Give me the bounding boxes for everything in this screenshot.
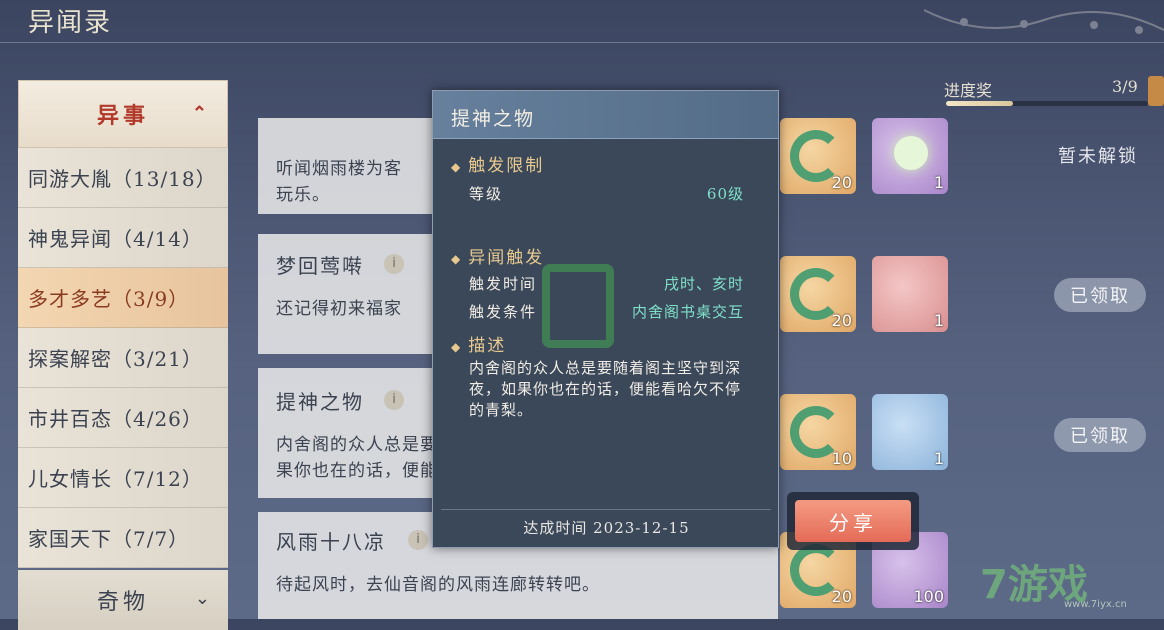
popup-divider bbox=[441, 509, 771, 510]
progress-bar bbox=[946, 101, 1148, 106]
section-title: 异闻触发 bbox=[468, 248, 545, 268]
entry-desc: 听闻烟雨楼为客 bbox=[276, 159, 402, 179]
level-value: 60级 bbox=[706, 185, 744, 203]
cond-label: 触发条件 bbox=[469, 303, 538, 321]
page-title: 异闻录 bbox=[28, 8, 113, 38]
info-icon[interactable]: i bbox=[384, 254, 404, 274]
reward-count: 20 bbox=[831, 587, 852, 606]
reward-count: 10 bbox=[831, 449, 852, 468]
category-header-qiwu[interactable]: 奇物 ⌄ bbox=[18, 570, 228, 630]
chevron-up-icon: ⌃ bbox=[191, 103, 211, 124]
reward-item-gem[interactable]: 1 bbox=[872, 118, 948, 194]
category-sidebar: 异事 ⌃ 同游大胤（13/18） 神鬼异闻（4/14） 多才多艺（3/9） 探案… bbox=[18, 80, 228, 630]
category-header-yishi[interactable]: 异事 ⌃ bbox=[18, 80, 228, 148]
reward-count: 100 bbox=[913, 587, 944, 606]
sidebar-item-label: 探案解密（3/21） bbox=[28, 347, 203, 371]
section-limit: ◆ 触发限制 bbox=[451, 151, 544, 176]
reward-item-fish[interactable]: 20 bbox=[780, 118, 856, 194]
sidebar-item-label: 市井百态（4/26） bbox=[28, 407, 203, 431]
entry-title: 梦回莺啭 bbox=[276, 254, 364, 278]
category-header-label: 异事 bbox=[96, 103, 149, 129]
sidebar-item[interactable]: 儿女情长（7/12） bbox=[18, 448, 228, 508]
sidebar-item-label: 儿女情长（7/12） bbox=[28, 467, 203, 491]
sidebar-item-label: 家国天下（7/7） bbox=[28, 527, 190, 551]
share-button[interactable]: 分享 bbox=[795, 500, 911, 542]
status-claimed-button[interactable]: 已领取 bbox=[1054, 278, 1146, 312]
time-label: 触发时间 bbox=[469, 275, 538, 293]
reward-item-comb[interactable]: 1 bbox=[872, 394, 948, 470]
entry-desc: 还记得初来福家 bbox=[276, 299, 402, 319]
sidebar-item-label: 同游大胤（13/18） bbox=[28, 167, 217, 191]
reward-chest-icon[interactable] bbox=[1148, 76, 1164, 106]
diamond-icon: ◆ bbox=[451, 252, 463, 266]
sidebar-item[interactable]: 神鬼异闻（4/14） bbox=[18, 208, 228, 268]
watermark-logo-icon bbox=[542, 264, 614, 348]
sidebar-item[interactable]: 家国天下（7/7） bbox=[18, 508, 228, 568]
branch-decoration bbox=[924, 9, 1164, 34]
progress-count: 3/9 bbox=[1112, 77, 1138, 96]
section-title: 触发限制 bbox=[468, 156, 545, 176]
reward-item-fish[interactable]: 10 bbox=[780, 394, 856, 470]
diamond-icon: ◆ bbox=[451, 160, 463, 174]
sidebar-item[interactable]: 同游大胤（13/18） bbox=[18, 148, 228, 208]
popup-title: 提神之物 bbox=[451, 108, 536, 130]
title-divider bbox=[0, 42, 1164, 43]
section-title: 描述 bbox=[468, 336, 507, 356]
share-container: 分享 bbox=[787, 492, 919, 550]
sidebar-item[interactable]: 探案解密（3/21） bbox=[18, 328, 228, 388]
sidebar-item-active[interactable]: 多才多艺（3/9） bbox=[18, 268, 228, 328]
reward-count: 1 bbox=[933, 449, 944, 468]
entry-title: 提神之物 bbox=[276, 390, 364, 414]
diamond-icon: ◆ bbox=[451, 340, 463, 354]
sidebar-item-label: 神鬼异闻（4/14） bbox=[28, 227, 203, 251]
popup-description: 内舍阁的众人总是要随着阁主坚守到深夜，如果你也在的话，便能看哈欠不停的青梨。 bbox=[469, 359, 742, 419]
pearl-icon bbox=[894, 136, 928, 170]
reward-count: 20 bbox=[831, 311, 852, 330]
reward-count: 1 bbox=[933, 173, 944, 192]
entry-desc: 玩乐。 bbox=[276, 185, 330, 205]
sidebar-item-label: 多才多艺（3/9） bbox=[28, 287, 190, 311]
entry-title: 风雨十八凉 bbox=[276, 530, 386, 554]
cond-value: 内舍阁书桌交互 bbox=[631, 303, 744, 321]
status-locked: 暂未解锁 bbox=[1058, 146, 1138, 167]
entry-desc: 待起风时，去仙音阁的风雨连廊转转吧。 bbox=[276, 575, 600, 595]
achieved-time: 达成时间 2023-12-15 bbox=[523, 519, 690, 537]
reward-count: 20 bbox=[831, 173, 852, 192]
section-desc: ◆ 描述 bbox=[451, 331, 506, 356]
sidebar-item[interactable]: 市井百态（4/26） bbox=[18, 388, 228, 448]
reward-item-fan[interactable]: 1 bbox=[872, 256, 948, 332]
reward-item-fish[interactable]: 20 bbox=[780, 256, 856, 332]
time-value: 戌时、亥时 bbox=[663, 275, 744, 293]
info-icon[interactable]: i bbox=[408, 530, 428, 550]
chevron-down-icon: ⌄ bbox=[194, 588, 214, 609]
level-label: 等级 bbox=[469, 185, 504, 203]
reward-count: 1 bbox=[933, 311, 944, 330]
progress-bar-fill bbox=[946, 101, 1013, 106]
section-trigger: ◆ 异闻触发 bbox=[451, 243, 544, 268]
status-claimed-button[interactable]: 已领取 bbox=[1054, 418, 1146, 452]
progress-reward-label: 进度奖 bbox=[944, 81, 993, 100]
site-url: www.7iyx.cn bbox=[1064, 599, 1127, 610]
category-footer-label: 奇物 bbox=[96, 590, 149, 615]
info-icon[interactable]: i bbox=[384, 390, 404, 410]
